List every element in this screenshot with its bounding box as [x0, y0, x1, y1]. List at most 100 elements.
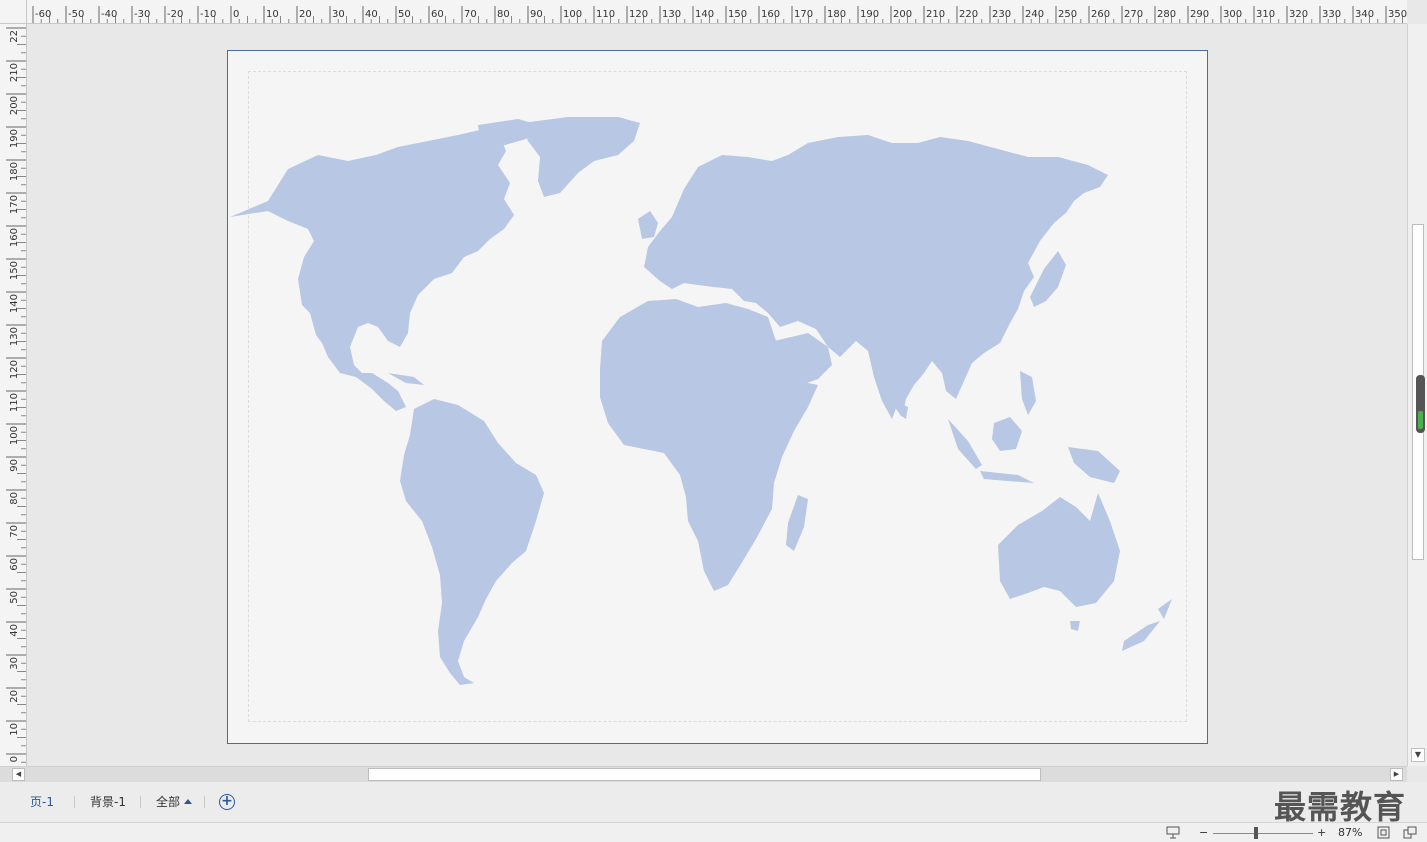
vertical-ruler: 22 210 200 190 180 170 160 150 140 130 120 110 100 90…: [0, 24, 27, 766]
ruler-label: 50: [9, 591, 20, 604]
horizontal-ruler: -60 -50 -40 -30 -20 -10 0 10 20 30 40 50 60 70 80 90 100…: [27, 0, 1407, 24]
ruler-label: -20: [167, 9, 183, 20]
ruler-label: 210: [9, 63, 20, 82]
ruler-label: 90: [9, 459, 20, 472]
ruler-label: 150: [728, 9, 747, 20]
ruler-label: 70: [9, 525, 20, 538]
ruler-label: 130: [662, 9, 681, 20]
pan-zoom-handle[interactable]: [1416, 375, 1425, 433]
ruler-label: 170: [9, 195, 20, 214]
ruler-label: 190: [9, 129, 20, 148]
ruler-label: -50: [68, 9, 84, 20]
ruler-label: 80: [497, 9, 510, 20]
cuba-shape: [388, 373, 424, 385]
ruler-label: 40: [9, 624, 20, 637]
ruler-label: 170: [794, 9, 813, 20]
ruler-label: 120: [9, 360, 20, 379]
java-shape: [980, 471, 1034, 483]
greenland-shape: [522, 117, 640, 197]
north-america-shape: [230, 129, 514, 411]
ruler-label: 20: [299, 9, 312, 20]
ruler-label: 0: [233, 9, 239, 20]
scroll-left-arrow-icon[interactable]: ◀: [12, 768, 25, 781]
ruler-label: 160: [761, 9, 780, 20]
ruler-label: 220: [959, 9, 978, 20]
ruler-label: 300: [1223, 9, 1242, 20]
switch-windows-icon[interactable]: [1403, 826, 1417, 839]
ruler-label: 290: [1190, 9, 1209, 20]
ruler-label: 200: [9, 96, 20, 115]
tab-all-label: 全部: [156, 795, 181, 809]
page-tabs-bar: 页-1 背景-1 全部 + 最需教育: [0, 782, 1427, 826]
world-map-shape[interactable]: [228, 51, 1209, 745]
ruler-label: -60: [35, 9, 51, 20]
japan-shape: [1030, 251, 1066, 307]
ruler-label: 250: [1058, 9, 1077, 20]
zoom-in-button[interactable]: +: [1317, 825, 1326, 841]
ruler-label: 0: [9, 756, 20, 762]
visio-window: -60 -50 -40 -30 -20 -10 0 10 20 30 40 50 60 70 80 90 100…: [0, 0, 1427, 842]
ruler-label: 140: [695, 9, 714, 20]
scroll-right-arrow-icon[interactable]: ▶: [1390, 768, 1403, 781]
ruler-label: -30: [134, 9, 150, 20]
ruler-label: 260: [1091, 9, 1110, 20]
ruler-label: 310: [1256, 9, 1275, 20]
status-bar: − + 87%: [0, 822, 1427, 842]
zoom-slider-thumb[interactable]: [1254, 827, 1258, 839]
fit-page-icon[interactable]: [1377, 826, 1391, 839]
ruler-label: 100: [563, 9, 582, 20]
ruler-label: 110: [9, 393, 20, 412]
sumatra-shape: [948, 419, 982, 469]
presentation-mode-icon[interactable]: [1166, 826, 1180, 839]
drawing-canvas[interactable]: [27, 24, 1407, 766]
ruler-label: 60: [431, 9, 444, 20]
plus-circle-icon[interactable]: +: [219, 794, 235, 810]
madagascar-shape: [786, 495, 808, 551]
uk-shape: [638, 211, 658, 239]
tab-separator: [204, 796, 205, 808]
drawing-page[interactable]: [227, 50, 1208, 744]
zoom-level[interactable]: 87%: [1338, 825, 1362, 841]
new-guinea-shape: [1068, 447, 1120, 483]
horizontal-scrollbar[interactable]: ◀ ▶: [0, 766, 1407, 782]
south-america-shape: [400, 399, 544, 685]
ruler-label: -10: [200, 9, 216, 20]
ruler-label: 210: [926, 9, 945, 20]
ruler-label: 240: [1025, 9, 1044, 20]
ruler-label: 270: [1124, 9, 1143, 20]
ruler-label: 230: [992, 9, 1011, 20]
ruler-label: 160: [9, 228, 20, 247]
ruler-label: 90: [530, 9, 543, 20]
ruler-label: 190: [860, 9, 879, 20]
zoom-out-button[interactable]: −: [1199, 825, 1208, 841]
new-zealand-shape: [1122, 599, 1172, 651]
tab-background-1[interactable]: 背景-1: [90, 794, 126, 810]
zoom-slider-track[interactable]: [1213, 833, 1313, 834]
borneo-shape: [992, 417, 1022, 451]
ruler-label: 40: [365, 9, 378, 20]
ruler-label: 60: [9, 558, 20, 571]
ruler-label: 30: [332, 9, 345, 20]
ruler-label: -40: [101, 9, 117, 20]
ruler-label: 120: [629, 9, 648, 20]
ruler-label: 70: [464, 9, 477, 20]
tab-page-1[interactable]: 页-1: [30, 794, 54, 810]
ruler-label: 10: [9, 723, 20, 736]
tab-all-pages[interactable]: 全部: [156, 794, 193, 810]
ruler-label: 50: [398, 9, 411, 20]
ruler-label: 150: [9, 261, 20, 280]
scroll-down-arrow-icon[interactable]: ▼: [1411, 748, 1425, 762]
pan-zoom-grip[interactable]: [1418, 411, 1423, 429]
horizontal-scroll-thumb[interactable]: [368, 768, 1041, 781]
tab-separator: [140, 796, 141, 808]
ruler-label: 280: [1157, 9, 1176, 20]
ruler-label: 350: [1388, 9, 1407, 20]
ruler-label: 20: [9, 690, 20, 703]
ruler-label: 180: [827, 9, 846, 20]
ruler-label: 140: [9, 294, 20, 313]
tasmania-shape: [1070, 621, 1080, 631]
ruler-label: 330: [1322, 9, 1341, 20]
ruler-label: 100: [9, 426, 20, 445]
caret-up-icon: [184, 799, 193, 804]
ruler-label: 10: [266, 9, 279, 20]
